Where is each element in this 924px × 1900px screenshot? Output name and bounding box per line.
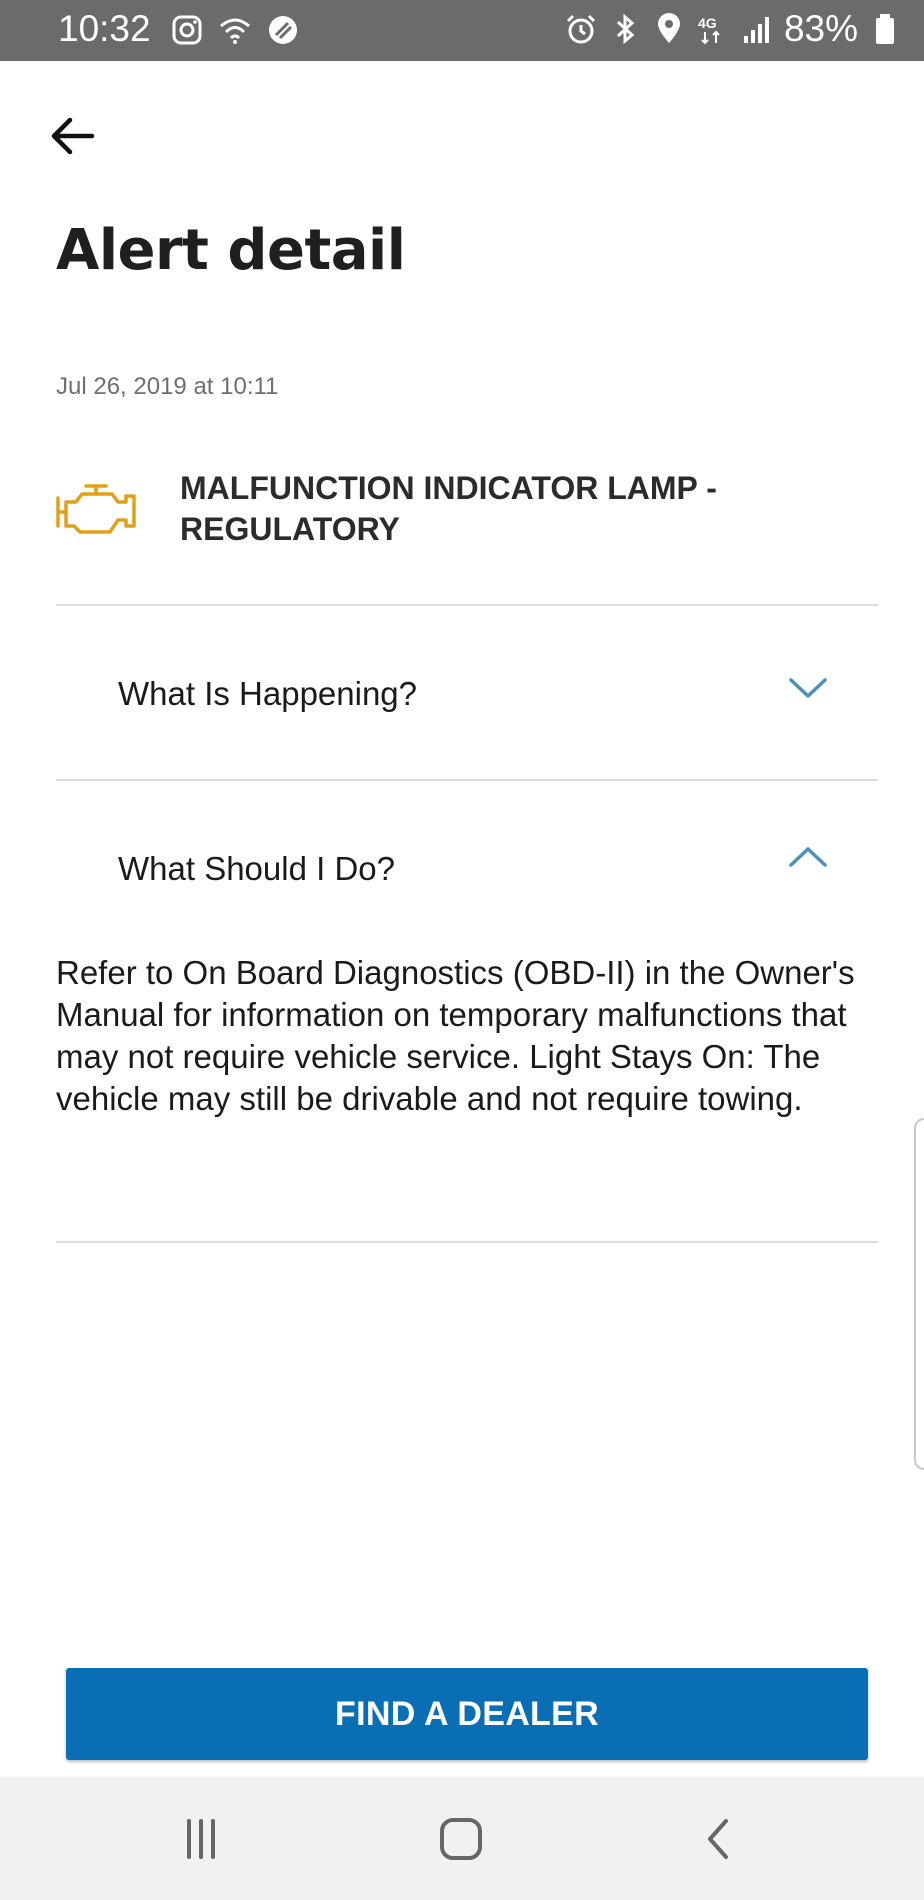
alert-date: Jul 26, 2019 at 10:11 [56, 373, 279, 400]
home-button[interactable] [421, 1807, 501, 1871]
status-right-icons: 4G 83% [564, 8, 902, 50]
recent-apps-button[interactable] [161, 1807, 241, 1871]
status-left-icons [170, 13, 300, 47]
location-icon [657, 13, 680, 43]
check-engine-icon [56, 484, 136, 534]
alarm-icon [566, 14, 595, 44]
divider [56, 1241, 878, 1243]
instagram-icon [172, 15, 202, 45]
bluetooth-icon [616, 13, 635, 45]
recent-apps-icon [187, 1819, 215, 1859]
svg-text:4G: 4G [698, 15, 717, 31]
battery-icon [876, 14, 894, 44]
wifi-icon [220, 18, 250, 44]
section-content: Refer to On Board Diagnostics (OBD-II) i… [56, 954, 855, 1117]
page-title: Alert detail [56, 218, 406, 283]
accordion-label: What Should I Do? [118, 850, 395, 887]
app-icon [269, 16, 297, 44]
navigation-bar [0, 1777, 924, 1900]
lte-icon: 4G [698, 15, 720, 45]
chevron-up-icon [789, 847, 827, 867]
status-time: 10:32 [58, 8, 151, 49]
alert-header: MALFUNCTION INDICATOR LAMP - REGULATORY [56, 468, 876, 558]
edge-panel-handle[interactable] [914, 1118, 924, 1470]
arrow-left-icon [51, 117, 95, 155]
home-icon [440, 1818, 482, 1860]
find-a-dealer-button[interactable]: FIND A DEALER [66, 1668, 868, 1760]
status-bar: 10:32 4G 83% [0, 0, 924, 61]
accordion-label: What Is Happening? [118, 675, 418, 712]
chevron-down-icon [789, 678, 827, 698]
alert-name: MALFUNCTION INDICATOR LAMP - REGULATORY [180, 470, 717, 547]
back-icon [708, 1819, 728, 1859]
battery-percent: 83% [783, 8, 858, 49]
nav-back-button[interactable] [678, 1807, 758, 1871]
accordion-what-is-happening[interactable]: What Is Happening? [56, 630, 878, 750]
accordion-what-should-i-do[interactable]: What Should I Do? [56, 805, 878, 925]
divider [56, 779, 878, 781]
back-button[interactable] [44, 108, 100, 164]
signal-icon [743, 17, 769, 43]
divider [56, 604, 878, 606]
